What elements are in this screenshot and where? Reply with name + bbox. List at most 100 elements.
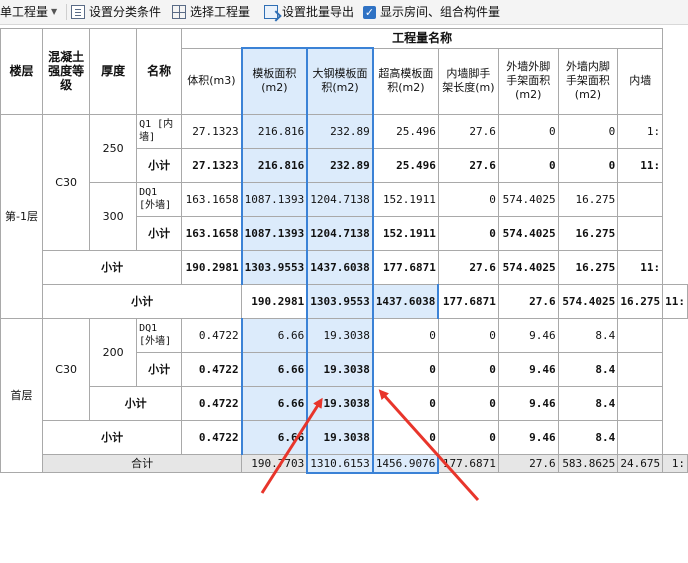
cell-volume: 190.2981 xyxy=(241,283,308,319)
cell-inner-scaffold-length: 0 xyxy=(437,351,499,387)
header-group: 工程量名称 xyxy=(181,28,664,49)
cell-outer-scaffold-area: 9.46 xyxy=(497,317,559,353)
cell-volume: 0.4722 xyxy=(181,385,243,421)
cell-inner-wall xyxy=(617,351,664,387)
cell-outer-inner-scaffold-area: 0 xyxy=(557,147,619,183)
header-thickness: 厚度 xyxy=(89,28,138,115)
header-volume: 体积(m3) xyxy=(181,47,243,115)
cell-volume: 27.1323 xyxy=(181,113,243,149)
cell-formwork-area: 216.816 xyxy=(240,113,309,149)
cell-steel-formwork-area: 1204.7138 xyxy=(306,181,374,217)
cell-outer-inner-scaffold-area: 0 xyxy=(557,113,619,149)
cell-outer-inner-scaffold-area: 8.4 xyxy=(557,385,619,421)
select-quantity-label: 选择工程量 xyxy=(190,5,251,19)
component-name: DQ1 [外墙] xyxy=(136,317,183,353)
grade-cell: C30 xyxy=(42,317,91,421)
header-inner-wall: 内墙 xyxy=(617,47,664,115)
subtotal-label: 小计 xyxy=(136,351,183,387)
cell-outer-scaffold-area: 0 xyxy=(497,113,559,149)
batch-export-label: 设置批量导出 xyxy=(282,5,355,19)
cell-outer-inner-scaffold-area: 16.275 xyxy=(557,181,619,217)
cell-inner-wall: 1: xyxy=(617,113,664,149)
total-row[interactable]: 合计 190.7703 1310.6153 1456.9076 177.6871… xyxy=(1,453,688,474)
cell-inner-wall xyxy=(617,385,664,421)
cell-inner-scaffold-length: 27.6 xyxy=(497,453,559,473)
cell-outer-scaffold-area: 9.46 xyxy=(497,351,559,387)
cell-inner-scaffold-length: 0 xyxy=(437,317,499,353)
cell-volume: 0.4722 xyxy=(181,317,243,353)
header-grade: 混凝土强度等级 xyxy=(42,28,91,115)
cell-formwork-area: 1087.1393 xyxy=(240,181,309,217)
cell-volume: 27.1323 xyxy=(181,147,243,183)
subtotal-label: 小计 xyxy=(42,283,243,319)
toolbar: 单工程量 ▼ 设置分类条件 选择工程量 设置批量导出 ✓ 显示房间、组合构件量 xyxy=(0,0,688,25)
table-row[interactable]: 首层 C30 200 DQ1 [外墙] 0.4722 6.66 19.3038 … xyxy=(0,317,688,473)
export-icon xyxy=(264,5,278,19)
component-name: Q1 [内墙] xyxy=(136,113,183,149)
subtotal-label: 小计 xyxy=(136,215,183,251)
table-row[interactable]: 第-1层 C30 250 Q1 [内墙] 27.1323 216.816 232… xyxy=(0,113,688,319)
cell-steel-formwork-area: 1456.9076 xyxy=(371,453,440,474)
subtotal-row[interactable]: 小计 0.4722 6.66 19.3038 0 0 9.46 8.4 xyxy=(1,385,688,421)
cell-outer-scaffold-area: 9.46 xyxy=(497,385,559,421)
subtotal-row[interactable]: 小计 190.2981 1303.9553 1437.6038 177.6871… xyxy=(1,283,688,319)
header-inner-scaffold-length: 内墙脚手架长度(m) xyxy=(437,47,499,115)
cell-steel-formwork-area: 1437.6038 xyxy=(306,249,374,285)
quantity-dropdown[interactable]: 单工程量 ▼ xyxy=(0,3,57,21)
set-category-label: 设置分类条件 xyxy=(89,5,162,19)
set-category-button[interactable]: 设置分类条件 xyxy=(71,3,161,21)
cell-high-formwork-area: 177.6871 xyxy=(437,283,499,319)
header-formwork-area: 模板面积(m2) xyxy=(240,47,309,115)
grade-cell: C30 xyxy=(42,113,91,251)
cell-inner-scaffold-length: 27.6 xyxy=(437,147,499,183)
cell-high-formwork-area: 0 xyxy=(372,351,439,387)
cell-formwork-area: 6.66 xyxy=(240,419,309,455)
cell-inner-wall xyxy=(617,215,664,251)
cell-high-formwork-area: 177.6871 xyxy=(437,453,499,473)
header-outer-inner-scaffold-area: 外墙内脚手架面积(m2) xyxy=(557,47,619,115)
subtotal-label: 小计 xyxy=(42,419,183,455)
cell-high-formwork-area: 25.496 xyxy=(372,147,439,183)
cell-inner-wall xyxy=(617,419,664,455)
cell-formwork-area: 1087.1393 xyxy=(240,215,309,251)
cell-inner-wall: 11: xyxy=(617,147,664,183)
grid-icon xyxy=(172,5,186,19)
cell-outer-inner-scaffold-area: 24.675 xyxy=(617,453,664,473)
subtotal-label: 小计 xyxy=(136,147,183,183)
cell-outer-inner-scaffold-area: 16.275 xyxy=(617,283,664,319)
cell-outer-inner-scaffold-area: 8.4 xyxy=(557,419,619,455)
cell-formwork-area: 6.66 xyxy=(240,351,309,387)
cell-steel-formwork-area: 19.3038 xyxy=(306,351,374,387)
show-room-label: 显示房间、组合构件量 xyxy=(380,5,501,19)
cell-formwork-area: 6.66 xyxy=(240,317,309,353)
cell-outer-scaffold-area: 9.46 xyxy=(497,419,559,455)
select-quantity-button[interactable]: 选择工程量 xyxy=(172,3,250,21)
cell-inner-scaffold-length: 0 xyxy=(437,215,499,251)
cell-outer-scaffold-area: 574.4025 xyxy=(497,215,559,251)
cell-inner-wall: 11: xyxy=(617,249,664,285)
cell-outer-scaffold-area: 0 xyxy=(497,147,559,183)
cell-high-formwork-area: 0 xyxy=(372,317,439,353)
subtotal-row[interactable]: 小计 190.2981 1303.9553 1437.6038 177.6871… xyxy=(1,249,688,285)
component-name: DQ1 [外墙] xyxy=(136,181,183,217)
cell-steel-formwork-area: 232.89 xyxy=(306,113,374,149)
cell-steel-formwork-area: 1437.6038 xyxy=(371,283,440,319)
cell-inner-scaffold-length: 27.6 xyxy=(437,249,499,285)
floor-cell: 首层 xyxy=(0,317,44,473)
show-room-checkbox[interactable]: ✓ 显示房间、组合构件量 xyxy=(363,3,500,21)
batch-export-button[interactable]: 设置批量导出 xyxy=(264,3,354,21)
cell-outer-inner-scaffold-area: 8.4 xyxy=(557,317,619,353)
header-high-formwork-area: 超高模板面积(m2) xyxy=(372,47,439,115)
cell-volume: 0.4722 xyxy=(181,419,243,455)
cell-formwork-area: 6.66 xyxy=(240,385,309,421)
subtotal-row[interactable]: 小计 0.4722 6.66 19.3038 0 0 9.46 8.4 xyxy=(1,419,688,455)
cell-steel-formwork-area: 19.3038 xyxy=(306,419,374,455)
cell-high-formwork-area: 152.1911 xyxy=(372,181,439,217)
header-steel-formwork-area: 大钢模板面积(m2) xyxy=(306,47,374,115)
cell-formwork-area: 1310.6153 xyxy=(306,453,374,474)
cell-formwork-area: 216.816 xyxy=(240,147,309,183)
quantity-table: 楼层 混凝土强度等级 厚度 名称 工程量名称 体积(m3) 模板面积(m2) 大… xyxy=(0,28,688,474)
cell-inner-wall xyxy=(617,317,664,353)
cell-high-formwork-area: 0 xyxy=(372,419,439,455)
table-row[interactable]: 300 DQ1 [外墙] 163.1658 1087.1393 1204.713… xyxy=(1,181,688,251)
